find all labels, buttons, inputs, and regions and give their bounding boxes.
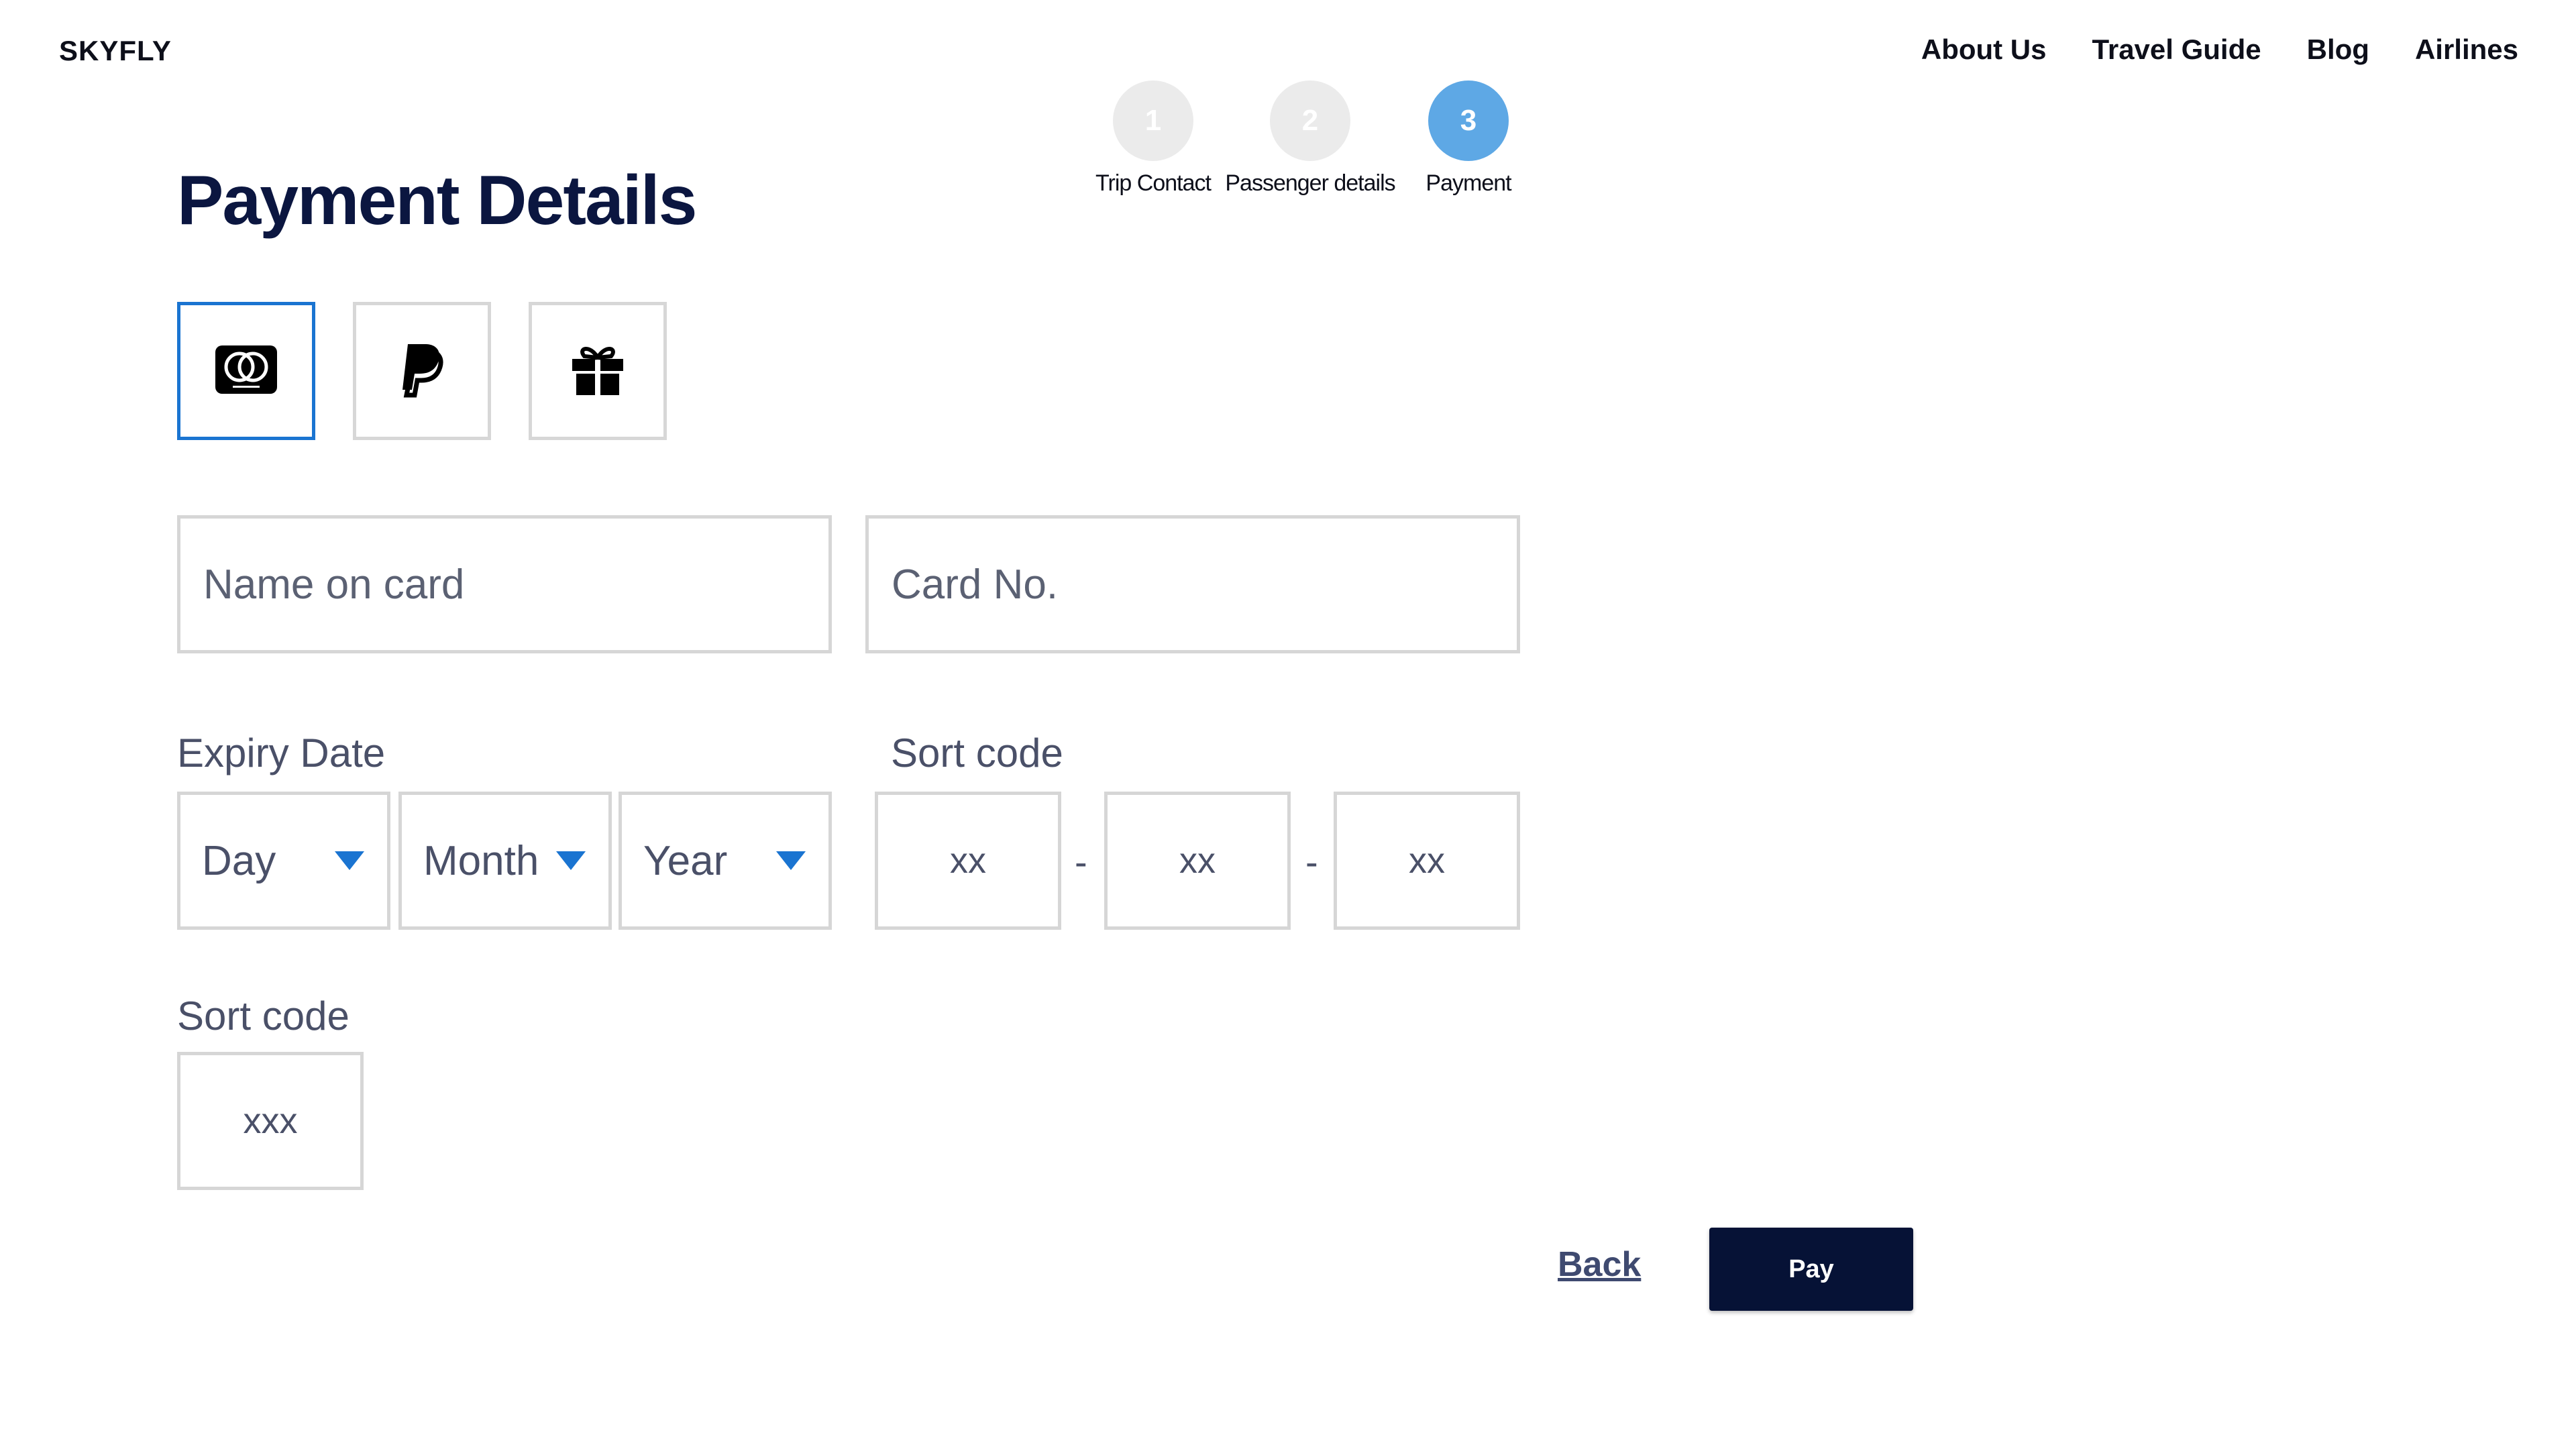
- name-on-card-field[interactable]: [177, 515, 832, 653]
- chevron-down-icon: [776, 851, 806, 870]
- sort-code-separator: -: [1305, 841, 1318, 883]
- paypal-icon: [398, 341, 445, 401]
- payment-method-paypal[interactable]: [353, 302, 491, 440]
- payment-page: SKYFLY About Us Travel Guide Blog Airlin…: [0, 0, 2576, 1449]
- name-on-card-input[interactable]: [202, 519, 828, 650]
- payment-method-selector: [177, 302, 667, 440]
- card-number-input[interactable]: [890, 519, 1517, 650]
- step-number: 3: [1428, 80, 1509, 161]
- expiry-day-value: Day: [202, 837, 276, 884]
- payment-method-gift-card[interactable]: [529, 302, 667, 440]
- sort-code-separator: -: [1075, 841, 1087, 883]
- pay-button[interactable]: Pay: [1709, 1228, 1913, 1311]
- sort-code-part-3[interactable]: xx: [1334, 792, 1520, 930]
- step-payment[interactable]: 3 Payment: [1381, 80, 1556, 197]
- security-code-input[interactable]: xxx: [177, 1052, 364, 1190]
- mastercard-icon: [214, 344, 278, 398]
- security-code-label: Sort code: [177, 994, 350, 1038]
- expiry-month-select[interactable]: Month: [398, 792, 612, 930]
- expiry-year-select[interactable]: Year: [619, 792, 832, 930]
- chevron-down-icon: [335, 851, 364, 870]
- step-number: 2: [1270, 80, 1350, 161]
- sort-code-part-2[interactable]: xx: [1104, 792, 1291, 930]
- expiry-month-value: Month: [423, 837, 539, 884]
- chevron-down-icon: [556, 851, 586, 870]
- sort-code-part-1[interactable]: xx: [875, 792, 1061, 930]
- expiry-date-label: Expiry Date: [177, 731, 386, 775]
- sort-code-label: Sort code: [891, 731, 1063, 775]
- step-trip-contact[interactable]: 1 Trip Contact: [1066, 80, 1240, 197]
- expiry-year-value: Year: [643, 837, 728, 884]
- step-label: Passenger details: [1225, 170, 1395, 196]
- step-label: Trip Contact: [1095, 170, 1212, 196]
- step-label: Payment: [1426, 170, 1511, 196]
- payment-method-card[interactable]: [177, 302, 315, 440]
- step-passenger-details[interactable]: 2 Passenger details: [1223, 80, 1397, 197]
- back-link[interactable]: Back: [1558, 1244, 1641, 1285]
- page-title: Payment Details: [177, 162, 697, 239]
- card-number-field[interactable]: [865, 515, 1520, 653]
- gift-icon: [570, 343, 626, 400]
- expiry-day-select[interactable]: Day: [177, 792, 390, 930]
- step-number: 1: [1113, 80, 1193, 161]
